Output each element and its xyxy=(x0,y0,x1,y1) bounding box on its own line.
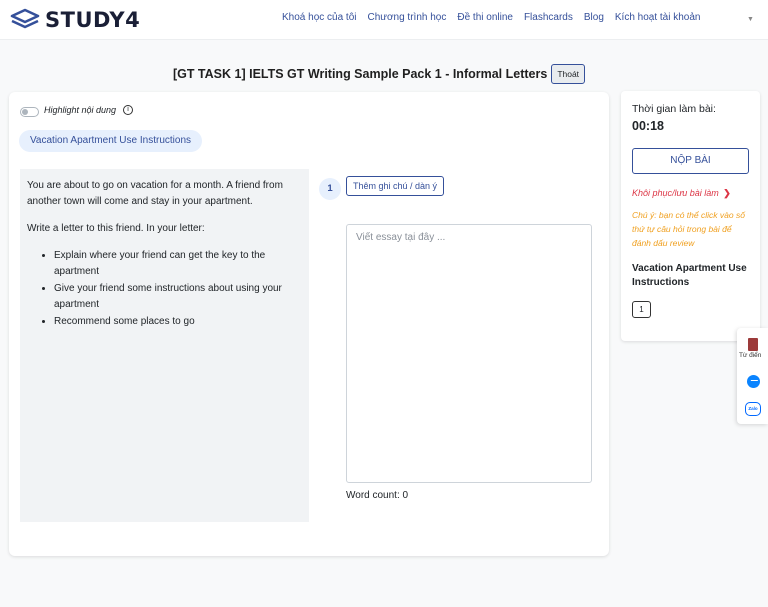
floating-tools: Từ điển Zalo xyxy=(737,328,768,424)
prompt-bullet-list: Explain where your friend can get the ke… xyxy=(27,248,302,330)
highlight-label: Highlight nội dung xyxy=(44,105,117,115)
chevron-right-icon: ❯ xyxy=(723,188,731,198)
nav-flashcards[interactable]: Flashcards xyxy=(524,12,573,23)
submit-button[interactable]: NỘP BÀI xyxy=(632,148,749,174)
nav-online-tests[interactable]: Đề thi online xyxy=(457,12,513,23)
brand-logo[interactable]: STUDY4 xyxy=(10,7,140,33)
timer-value: 00:18 xyxy=(632,119,664,133)
task-prompt: You are about to go on vacation for a mo… xyxy=(20,169,309,522)
brand-name: STUDY4 xyxy=(45,8,141,32)
test-title-row: [GT TASK 1] IELTS GT Writing Sample Pack… xyxy=(0,64,768,84)
question-number-badge: 1 xyxy=(319,178,341,200)
time-label: Thời gian làm bài: xyxy=(632,103,716,115)
messenger-icon[interactable] xyxy=(747,375,760,388)
prompt-paragraph: You are about to go on vacation for a mo… xyxy=(27,180,283,207)
nav-programs[interactable]: Chương trình học xyxy=(368,12,447,23)
dictionary-icon[interactable] xyxy=(748,338,758,351)
graduation-cap-icon xyxy=(10,8,40,29)
test-main-card: Highlight nội dung i Vacation Apartment … xyxy=(9,92,609,556)
prompt-bullet: Give your friend some instructions about… xyxy=(54,281,302,313)
info-icon[interactable]: i xyxy=(123,105,133,115)
zalo-icon[interactable]: Zalo xyxy=(745,402,761,416)
dictionary-label[interactable]: Từ điển xyxy=(739,352,761,359)
sidebar-section-title: Vacation Apartment Use Instructions xyxy=(632,263,747,288)
test-sidebar: Thời gian làm bài: 00:18 NỘP BÀI Khôi ph… xyxy=(621,91,760,341)
main-nav: Khoá học của tôi Chương trình học Đề thi… xyxy=(282,12,712,23)
nav-activate-account[interactable]: Kích hoạt tài khoản xyxy=(615,12,701,23)
add-note-button[interactable]: Thêm ghi chú / dàn ý xyxy=(346,176,445,196)
essay-textarea[interactable]: Viết essay tại đây ... xyxy=(346,224,592,483)
account-dropdown-caret-icon[interactable]: ▼ xyxy=(747,16,754,23)
restore-save-link[interactable]: Khôi phục/lưu bài làm ❯ xyxy=(632,188,731,199)
prompt-paragraph: Write a letter to this friend. In your l… xyxy=(27,223,205,234)
nav-blog[interactable]: Blog xyxy=(584,12,604,23)
restore-link-label: Khôi phục/lưu bài làm xyxy=(632,188,719,198)
review-hint: Chú ý: bạn có thể click vào số thứ tự câ… xyxy=(632,210,745,248)
highlight-toggle[interactable] xyxy=(20,107,39,117)
page-title: [GT TASK 1] IELTS GT Writing Sample Pack… xyxy=(172,67,548,81)
word-count: Word count: 0 xyxy=(346,490,409,501)
prompt-bullet: Explain where your friend can get the ke… xyxy=(54,248,302,280)
prompt-bullet: Recommend some places to go xyxy=(54,314,302,330)
top-navbar: STUDY4 Khoá học của tôi Chương trình học… xyxy=(0,0,768,40)
exit-button[interactable]: Thoát xyxy=(551,64,586,84)
question-nav-button[interactable]: 1 xyxy=(632,301,651,318)
nav-my-courses[interactable]: Khoá học của tôi xyxy=(282,12,357,23)
section-tab[interactable]: Vacation Apartment Use Instructions xyxy=(19,130,203,152)
